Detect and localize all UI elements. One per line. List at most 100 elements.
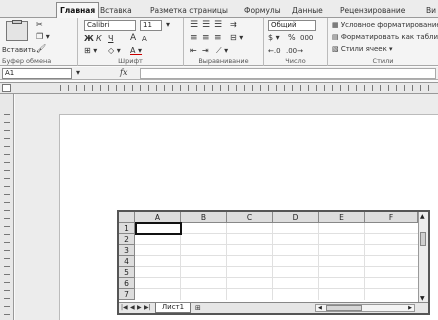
format-as-table-icon: ▤ [332, 33, 341, 41]
decrease-indent-icon[interactable]: ⇤ [190, 46, 197, 56]
paste-button[interactable]: Вставить [2, 45, 36, 55]
scroll-left-icon[interactable]: ◀ [318, 305, 322, 311]
align-right-icon[interactable]: ≡ [214, 33, 222, 43]
vertical-scrollbar[interactable]: ▲ ▼ [418, 212, 428, 303]
cut-icon[interactable]: ✂ [36, 20, 43, 30]
increase-decimal-icon[interactable]: ←.0 [268, 46, 281, 56]
conditional-formatting-label: Условное форматирование [340, 21, 438, 29]
gridline [135, 244, 418, 245]
gridline [226, 223, 227, 300]
column-header-f[interactable]: F [365, 212, 418, 223]
row-header-6[interactable]: 6 [119, 278, 135, 289]
column-header-e[interactable]: E [319, 212, 365, 223]
cell-styles-icon: ▧ [332, 45, 341, 53]
ruler-ticks [60, 85, 436, 91]
merge-cells-icon[interactable]: ⊟ ▾ [230, 33, 243, 43]
tab-view[interactable]: Ви [426, 4, 436, 17]
conditional-formatting-button[interactable]: ▦ Условное форматирование [332, 20, 438, 30]
styles-group: ▦ Условное форматирование ▤ Форматироват… [328, 18, 438, 66]
tab-formulas[interactable]: Формулы [244, 4, 281, 17]
select-all-corner[interactable] [119, 212, 135, 223]
column-header-c[interactable]: C [227, 212, 273, 223]
shrink-font-button[interactable]: A [142, 34, 147, 44]
decrease-decimal-icon[interactable]: .00→ [286, 46, 303, 56]
gridline [135, 255, 418, 256]
gridline [318, 223, 319, 300]
cell-styles-label: Стили ячеек [340, 45, 387, 53]
underline-button[interactable]: Ч [108, 34, 113, 44]
tab-page-layout[interactable]: Разметка страницы [150, 4, 228, 17]
tab-home[interactable]: Главная [56, 2, 100, 18]
vruler-ticks [4, 114, 10, 320]
clipboard-group: Вставить ✂ ❐ ▾ 🖌 Буфер обмена [0, 18, 78, 66]
row-header-1[interactable]: 1 [119, 223, 135, 234]
column-header-b[interactable]: B [181, 212, 227, 223]
align-middle-icon[interactable]: ☰ [202, 20, 210, 30]
formula-input[interactable] [140, 68, 436, 79]
wrap-text-icon[interactable]: ⇉ [230, 20, 237, 30]
font-size-dropdown-icon[interactable]: ▾ [166, 20, 170, 30]
align-left-icon[interactable]: ≡ [190, 33, 198, 43]
currency-format-icon[interactable]: $ ▾ [268, 33, 280, 43]
row-header-3[interactable]: 3 [119, 245, 135, 256]
gridline [135, 266, 418, 267]
selected-cell-a1[interactable] [135, 222, 182, 235]
tab-insert[interactable]: Вставка [100, 4, 132, 17]
bold-button[interactable]: Ж [84, 34, 94, 44]
font-color-icon[interactable]: A ▾ [130, 46, 142, 56]
horizontal-scrollbar[interactable]: ◀ ▶ [315, 304, 415, 312]
gridline [364, 223, 365, 300]
gridline [135, 277, 418, 278]
row-header-5[interactable]: 5 [119, 267, 135, 278]
tab-review[interactable]: Рецензирование [340, 4, 405, 17]
thousands-button[interactable]: 000 [300, 33, 313, 43]
copy-icon[interactable]: ❐ ▾ [36, 32, 50, 42]
last-sheet-icon[interactable]: ▶| [144, 303, 151, 313]
column-header-d[interactable]: D [273, 212, 319, 223]
cell-styles-button[interactable]: ▧ Стили ячеек ▾ [332, 44, 393, 54]
align-top-icon[interactable]: ☰ [190, 20, 198, 30]
format-painter-icon[interactable]: 🖌 [36, 44, 46, 54]
grow-font-button[interactable]: A [130, 33, 136, 43]
sheet-tab-1[interactable]: Лист1 [155, 303, 191, 313]
insert-sheet-icon[interactable]: ⊞ [195, 303, 201, 313]
align-center-icon[interactable]: ≡ [202, 33, 210, 43]
sheet-window: A B C D E F 1 2 3 4 5 6 7 ▲ ▼ |◀ ◀ ▶ ▶| … [117, 210, 430, 315]
first-sheet-icon[interactable]: |◀ [121, 303, 128, 313]
format-as-table-button[interactable]: ▤ Форматировать как таблицу [332, 32, 438, 42]
scroll-down-icon[interactable]: ▼ [420, 295, 425, 302]
horizontal-ruler [0, 82, 438, 94]
vertical-scroll-thumb[interactable] [420, 232, 426, 246]
gridline [272, 223, 273, 300]
row-header-2[interactable]: 2 [119, 234, 135, 245]
ribbon-tabs: Главная Вставка Разметка страницы Формул… [0, 0, 438, 18]
font-group: Calibri 11 ▾ Ж К Ч A A ⊞ ▾ ◇ ▾ A ▾ Шрифт [78, 18, 184, 66]
align-bottom-icon[interactable]: ☰ [214, 20, 222, 30]
percent-button[interactable]: % [288, 33, 296, 43]
next-sheet-icon[interactable]: ▶ [137, 303, 142, 313]
ribbon: Вставить ✂ ❐ ▾ 🖌 Буфер обмена Calibri 11… [0, 18, 438, 66]
font-name-combo[interactable]: Calibri [84, 20, 136, 31]
italic-button[interactable]: К [96, 34, 102, 44]
row-header-4[interactable]: 4 [119, 256, 135, 267]
fill-color-icon[interactable]: ◇ ▾ [108, 46, 121, 56]
insert-function-button[interactable]: fx [120, 68, 127, 78]
alignment-group: ☰ ☰ ☰ ⇉ ≡ ≡ ≡ ⊟ ▾ ⇤ ⇥ ⟋ ▾ Выравнивание [184, 18, 264, 66]
prev-sheet-icon[interactable]: ◀ [130, 303, 135, 313]
name-box[interactable]: A1 [2, 68, 72, 79]
horizontal-scroll-thumb[interactable] [326, 305, 362, 311]
scroll-right-icon[interactable]: ▶ [408, 305, 412, 311]
increase-indent-icon[interactable]: ⇥ [202, 46, 209, 56]
tab-data[interactable]: Данные [292, 4, 323, 17]
orientation-icon[interactable]: ⟋ ▾ [216, 46, 228, 56]
formula-bar: A1 ▾ fx [0, 67, 438, 80]
font-size-combo[interactable]: 11 [140, 20, 162, 31]
number-group: Общий $ ▾ % 000 ←.0 .00→ Число [264, 18, 328, 66]
number-format-combo[interactable]: Общий [268, 20, 316, 31]
vertical-ruler [0, 94, 14, 320]
paste-icon[interactable] [6, 20, 28, 41]
row-header-7[interactable]: 7 [119, 289, 135, 300]
borders-icon[interactable]: ⊞ ▾ [84, 46, 97, 56]
scroll-up-icon[interactable]: ▲ [420, 213, 425, 220]
name-box-dropdown-icon[interactable]: ▾ [76, 68, 80, 78]
